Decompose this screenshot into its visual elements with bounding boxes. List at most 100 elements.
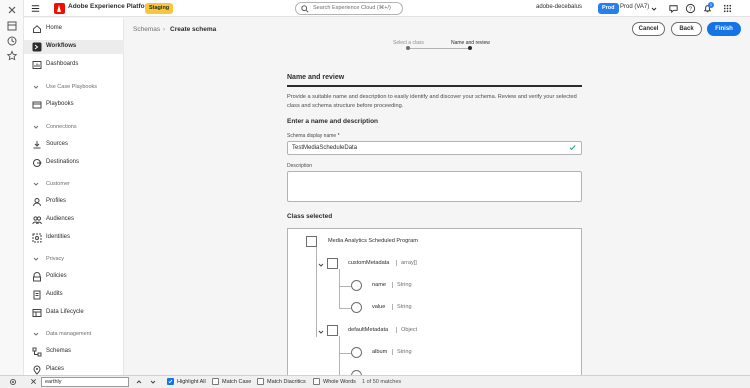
nav-item-profiles[interactable]: Profiles: [24, 195, 124, 209]
nav-label: Playbooks: [46, 101, 74, 107]
nav-label: Identities: [46, 234, 71, 240]
class-selected-title: Class selected: [287, 213, 333, 220]
nav-item-destinations[interactable]: Destinations: [24, 156, 124, 170]
nav-item-policies[interactable]: Policies: [24, 270, 124, 284]
chevron-down-icon[interactable]: [651, 6, 657, 12]
highlight-all-checkbox[interactable]: [167, 378, 174, 385]
destinations-icon: [33, 159, 42, 167]
search-placeholder: Search Experience Cloud (⌘+/): [313, 5, 391, 11]
match-case-label[interactable]: Match Case: [222, 379, 251, 385]
whole-words-label[interactable]: Whole Words: [323, 379, 356, 385]
nav-section-data-management[interactable]: Data management: [24, 328, 124, 340]
section-divider: [287, 85, 582, 87]
description-textarea[interactable]: [287, 171, 582, 202]
notification-count-badge: 1: [708, 2, 714, 8]
schema-name-label-text: Schema display name: [287, 133, 337, 139]
nav-item-identities[interactable]: Identities: [24, 231, 124, 245]
stepper-track: [408, 48, 470, 49]
nav-label: Sources: [46, 141, 69, 147]
nav-item-audits[interactable]: Audits: [24, 288, 124, 302]
help-icon[interactable]: ?: [685, 3, 696, 14]
hamburger-menu-icon[interactable]: [30, 3, 41, 14]
field-icon: [351, 280, 362, 291]
chevron-down-icon[interactable]: [318, 262, 324, 268]
svg-text:?: ?: [689, 7, 692, 13]
nav-item-audiences[interactable]: Audiences: [24, 213, 124, 227]
app-title[interactable]: Adobe Experience Platform: [68, 3, 153, 10]
subsection-title: Enter a name and description: [287, 118, 379, 125]
nav-section-privacy[interactable]: Privacy: [24, 253, 124, 265]
tree-node-type: String: [392, 349, 412, 355]
data-lifecycle-icon: [32, 309, 42, 317]
chevron-down-icon: [33, 85, 39, 89]
sandbox-switcher[interactable]: Prod (VA7): [620, 4, 649, 10]
tree-connector: [316, 246, 317, 257]
finish-button[interactable]: Finish: [707, 22, 741, 36]
schema-display-name-input[interactable]: TestMediaScheduleData: [287, 141, 582, 155]
match-case-checkbox[interactable]: [212, 378, 219, 385]
match-diacritics-label[interactable]: Match Diacritics: [267, 379, 306, 385]
cancel-button[interactable]: Cancel: [632, 22, 665, 36]
section-description: Provide a suitable name and description …: [287, 94, 577, 109]
chevron-down-icon: [33, 182, 39, 186]
location-pin-icon: [33, 365, 41, 375]
audits-icon: [33, 290, 41, 300]
nav-label: Destinations: [46, 159, 80, 165]
required-mark: *: [337, 133, 340, 139]
nav-label: Policies: [46, 273, 67, 279]
field-icon: [351, 347, 362, 358]
chevron-down-icon[interactable]: [150, 379, 156, 385]
back-button[interactable]: Back: [671, 22, 702, 36]
tree-connector: [339, 336, 340, 375]
global-search-input[interactable]: Search Experience Cloud (⌘+/): [295, 2, 403, 15]
nav-item-data-lifecycle[interactable]: Data Lifecycle: [24, 306, 124, 320]
nav-item-workflows[interactable]: Workflows: [24, 40, 124, 54]
extensions-icon[interactable]: [6, 4, 18, 16]
nav-section-label: Data management: [46, 331, 92, 337]
schema-name-label: Schema display name *: [287, 133, 340, 139]
schema-name-value: TestMediaScheduleData: [292, 145, 358, 151]
nav-label: Places: [46, 366, 65, 372]
match-diacritics-checkbox[interactable]: [257, 378, 264, 385]
close-icon[interactable]: [30, 378, 37, 385]
checkmark-icon: [569, 145, 576, 151]
settings-gear-icon[interactable]: [9, 378, 17, 386]
nav-section-use-case-playbooks[interactable]: Use Case Playbooks: [24, 81, 124, 93]
step-dot-current: [468, 46, 472, 50]
nav-item-home[interactable]: Home: [24, 22, 124, 36]
bookmark-star-icon[interactable]: [6, 50, 18, 62]
browser-sidebar-rail: [0, 0, 24, 375]
nav-section-customer[interactable]: Customer: [24, 178, 124, 190]
history-icon[interactable]: [6, 35, 18, 47]
tree-node-name: name: [372, 282, 386, 288]
chevron-down-icon[interactable]: [318, 329, 324, 335]
whole-words-checkbox[interactable]: [313, 378, 320, 385]
feedback-icon[interactable]: [668, 3, 679, 14]
nav-item-schemas[interactable]: Schemas: [24, 345, 124, 359]
search-icon: [301, 5, 309, 13]
tree-connector: [316, 257, 317, 337]
tree-connector: [339, 353, 351, 354]
nav-section-connections[interactable]: Connections: [24, 121, 124, 133]
nav-item-sources[interactable]: Sources: [24, 138, 124, 152]
chevron-up-icon[interactable]: [136, 379, 142, 385]
side-navigation: Home Workflows Dashboards Use Case Playb…: [24, 18, 124, 375]
highlight-all-label[interactable]: Highlight All: [177, 379, 206, 385]
find-input[interactable]: earthly: [41, 377, 129, 387]
schema-structure-tree: Media Analytics Scheduled Program custom…: [287, 228, 582, 375]
breadcrumb-schemas[interactable]: Schemas: [133, 26, 160, 33]
breadcrumb-separator: ›: [163, 26, 166, 33]
apps-grid-icon[interactable]: [722, 3, 733, 14]
nav-label: Audits: [46, 291, 63, 297]
dashboard-icon: [32, 61, 42, 69]
description-label: Description: [287, 163, 313, 169]
name-and-review-panel: Name and review Provide a suitable name …: [282, 70, 587, 375]
org-switcher[interactable]: adobe-decebalus: [536, 4, 582, 10]
tabs-icon[interactable]: [6, 20, 18, 32]
home-icon: [33, 25, 41, 33]
nav-label: Schemas: [46, 348, 72, 354]
nav-item-playbooks[interactable]: Playbooks: [24, 98, 124, 112]
nav-label: Workflows: [46, 43, 77, 49]
nav-item-dashboards[interactable]: Dashboards: [24, 58, 124, 72]
nav-section-label: Privacy: [46, 256, 65, 262]
